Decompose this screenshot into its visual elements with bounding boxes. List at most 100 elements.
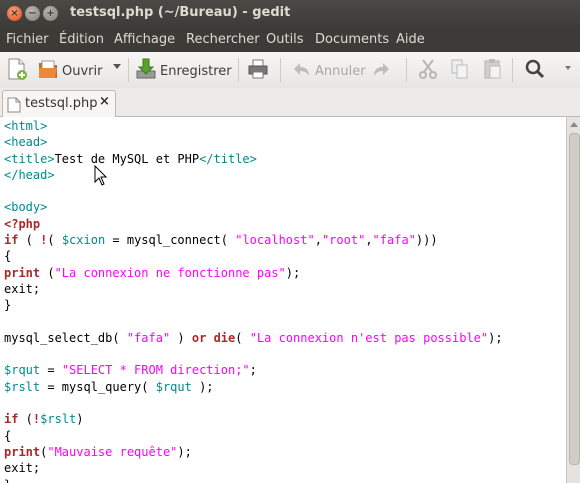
cut-button[interactable]	[417, 57, 439, 83]
code-line: }	[4, 297, 503, 313]
paste-clipboard-icon	[481, 57, 503, 85]
code-token: <?php	[4, 216, 41, 231]
toolbar-separator	[406, 58, 407, 82]
vertical-scrollbar[interactable]	[566, 117, 580, 483]
code-token: mysql_select_db(	[4, 330, 127, 345]
code-token: die	[213, 330, 236, 345]
code-line: exit;	[4, 460, 503, 476]
code-token: )	[76, 412, 84, 427]
code-token: {	[4, 249, 12, 264]
scroll-up-arrow-icon[interactable]	[570, 122, 578, 127]
code-token: = mysql_connect(	[105, 233, 236, 248]
code-line: mysql_select_db( "fafa" ) or die( "La co…	[4, 330, 503, 346]
menu-aide[interactable]: Aide	[396, 32, 425, 47]
code-line: $rslt = mysql_query( $rqut );	[4, 379, 503, 395]
code-token: ,	[314, 233, 322, 248]
code-line: exit;	[4, 281, 503, 297]
recent-files-dropdown-arrow-icon[interactable]	[113, 64, 121, 69]
copy-icon	[449, 57, 471, 85]
code-token: );	[191, 379, 214, 394]
redo-button[interactable]	[371, 57, 393, 83]
code-line: if ( !( $cxion = mysql_connect( "localho…	[4, 232, 503, 248]
redo-arrow-icon	[371, 57, 393, 85]
menu-documents[interactable]: Documents	[315, 32, 389, 47]
code-token: = mysql_query(	[40, 379, 156, 394]
code-token: or	[191, 330, 207, 345]
document-icon	[7, 97, 21, 117]
open-folder-icon	[37, 57, 59, 85]
undo-button[interactable]: Annuler	[290, 57, 366, 83]
toolbar-overflow-chevron-icon[interactable]	[565, 66, 571, 70]
close-tab-icon[interactable]: ×	[99, 94, 110, 109]
save-download-icon	[135, 57, 157, 85]
code-token: );	[285, 265, 301, 280]
code-token: (	[40, 265, 55, 280]
code-editor[interactable]: <html> <head> <title>Test de MySQL et PHP<…	[0, 117, 566, 483]
tab-testsql-php[interactable]: testsql.php ×	[2, 90, 116, 117]
menu-edition[interactable]: Édition	[59, 32, 104, 47]
code-token: ,	[365, 233, 373, 248]
code-token: (	[235, 330, 250, 345]
code-line: <title>Test de MySQL et PHP</title>	[4, 151, 503, 167]
toolbar-separator	[280, 58, 281, 82]
print-button[interactable]	[247, 57, 269, 83]
code-token: }	[4, 478, 11, 483]
code-token: </head>	[4, 167, 55, 182]
code-line: print ("La connexion ne fonctionne pas")…	[4, 265, 503, 281]
code-token: "localhost"	[235, 233, 315, 248]
menu-outils[interactable]: Outils	[266, 32, 304, 47]
code-line: print("Mauvaise requête");	[4, 444, 503, 460]
new-document-button[interactable]	[6, 57, 28, 83]
code-token: <body>	[4, 200, 48, 215]
code-token: "La connexion n'est pas possible"	[249, 330, 489, 345]
save-button[interactable]: Enregistrer	[135, 57, 232, 83]
code-token: ;	[249, 363, 257, 378]
code-token: if	[4, 412, 19, 427]
code-token: exit;	[4, 281, 41, 296]
search-magnifier-icon	[524, 57, 546, 85]
code-token: $rqut	[4, 363, 41, 378]
open-button[interactable]: Ouvrir	[37, 57, 102, 83]
code-line: {	[4, 248, 503, 264]
code-token: );	[488, 330, 503, 345]
close-window-button[interactable]: ×	[7, 6, 22, 21]
gedit-window: × − + testsql.php (~/Bureau) - gedit Fic…	[0, 0, 580, 483]
code-line: {	[4, 428, 503, 444]
code-token: (	[18, 233, 41, 248]
code-token: $rslt	[4, 379, 41, 394]
code-line: }	[4, 477, 503, 483]
scrollbar-thumb[interactable]	[569, 133, 580, 465]
code-token: print	[4, 444, 41, 459]
menu-bar: Fichier Édition Affichage Rechercher Out…	[0, 28, 580, 52]
toolbar-separator	[128, 58, 129, 82]
undo-button-label: Annuler	[315, 63, 366, 79]
maximize-window-button[interactable]: +	[43, 6, 58, 21]
menu-rechercher[interactable]: Rechercher	[186, 32, 260, 47]
code-token: Test de MySQL et PHP	[54, 151, 200, 166]
code-token: "fafa"	[372, 233, 416, 248]
copy-button[interactable]	[449, 57, 471, 83]
code-token: if	[4, 233, 19, 248]
new-document-icon	[6, 57, 28, 85]
scissors-icon	[417, 57, 439, 85]
code-token: }	[4, 298, 12, 313]
code-line: $rqut = "SELECT * FROM direction;";	[4, 362, 503, 378]
code-token: print	[4, 265, 41, 280]
code-token: (	[47, 233, 62, 248]
minimize-window-button[interactable]: −	[25, 6, 40, 21]
menu-fichier[interactable]: Fichier	[6, 32, 49, 47]
tab-label: testsql.php	[25, 96, 98, 111]
code-token: "Mauvaise requête"	[47, 444, 178, 459]
code-token: "SELECT * FROM direction;"	[61, 363, 250, 378]
menu-affichage[interactable]: Affichage	[114, 32, 175, 47]
search-button[interactable]	[524, 57, 546, 83]
toolbar-separator	[512, 58, 513, 82]
undo-arrow-icon	[290, 57, 312, 85]
paste-button[interactable]	[481, 57, 503, 83]
code-line: <body>	[4, 199, 503, 215]
